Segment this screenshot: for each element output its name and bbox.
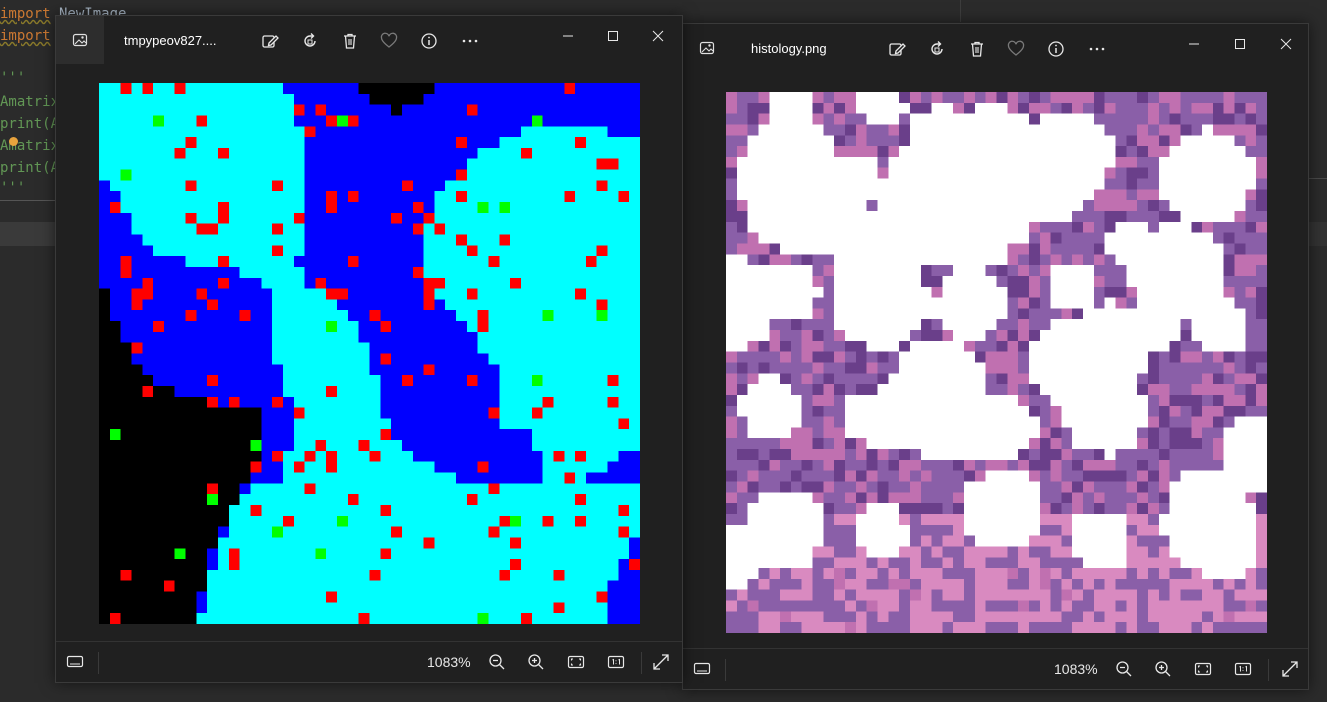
breakpoint-marker[interactable]	[9, 137, 18, 146]
fit-to-window-button[interactable]	[565, 651, 587, 673]
maximize-button[interactable]	[1220, 29, 1260, 59]
status-separator	[98, 652, 99, 674]
window-title: histology.png	[751, 41, 827, 56]
actual-size-button[interactable]	[605, 651, 627, 673]
delete-button[interactable]	[965, 37, 989, 61]
close-button[interactable]	[1266, 29, 1306, 59]
zoom-out-icon	[489, 654, 505, 670]
minimize-button[interactable]	[1174, 29, 1214, 59]
more-icon	[462, 39, 478, 43]
trash-icon	[971, 41, 983, 57]
panel-highlight	[1307, 222, 1327, 246]
code-line-5[interactable]: print(A	[0, 113, 59, 135]
more-options-button[interactable]	[458, 29, 482, 53]
code-line-8[interactable]: '''	[0, 177, 25, 199]
edit-image-icon	[889, 43, 906, 56]
actual-size-button[interactable]	[1232, 658, 1254, 680]
rotate-button[interactable]	[298, 29, 322, 53]
zoom-in-button[interactable]	[525, 651, 547, 673]
minimize-icon	[563, 35, 573, 37]
actual-size-icon	[1234, 662, 1252, 676]
photo-viewer-window-label-map[interactable]: tmpypeov827.... 1083%	[55, 15, 683, 683]
filmstrip-button[interactable]	[691, 658, 713, 680]
expand-icon	[1282, 661, 1298, 677]
title-bar[interactable]: histology.png	[683, 24, 1308, 74]
status-bar: 1083%	[56, 641, 682, 682]
favorite-button[interactable]	[1004, 37, 1028, 61]
more-icon	[1089, 47, 1105, 51]
panel-divider	[1307, 178, 1327, 179]
zoom-out-icon	[1116, 661, 1132, 677]
code-line-7[interactable]: print(A	[0, 157, 59, 179]
edit-image-icon	[262, 35, 279, 48]
filmstrip-icon	[66, 655, 84, 668]
expand-icon	[653, 654, 669, 670]
close-icon	[652, 30, 664, 42]
zoom-level[interactable]: 1083%	[427, 654, 471, 670]
zoom-out-button[interactable]	[486, 651, 508, 673]
status-separator	[725, 659, 726, 681]
photos-app-icon	[683, 24, 731, 72]
code-divider	[0, 200, 55, 201]
photos-app-icon	[56, 16, 104, 64]
zoom-level[interactable]: 1083%	[1054, 661, 1098, 677]
histology-image[interactable]	[726, 92, 1267, 633]
close-icon	[1280, 38, 1292, 50]
code-line-3[interactable]: '''	[0, 67, 25, 89]
maximize-icon	[608, 31, 618, 41]
status-bar: 1083%	[683, 648, 1308, 689]
zoom-in-button[interactable]	[1152, 658, 1174, 680]
actual-size-icon	[607, 655, 625, 669]
fit-to-window-button[interactable]	[1192, 658, 1214, 680]
photo-viewer-window-histology[interactable]: histology.png 1083%	[682, 23, 1309, 690]
code-line-2[interactable]: import	[0, 25, 59, 47]
rotate-icon	[931, 41, 943, 55]
file-info-button[interactable]	[1044, 37, 1068, 61]
code-line-4[interactable]: Amatrix	[0, 91, 59, 113]
info-icon	[1048, 41, 1064, 57]
full-screen-button[interactable]	[1279, 658, 1301, 680]
edit-image-button[interactable]	[258, 29, 282, 53]
status-separator	[1268, 659, 1269, 681]
maximize-button[interactable]	[593, 21, 633, 51]
favorite-button[interactable]	[377, 29, 401, 53]
heart-icon	[380, 32, 398, 48]
zoom-out-button[interactable]	[1113, 658, 1135, 680]
full-screen-button[interactable]	[650, 651, 672, 673]
label-map-image[interactable]	[99, 83, 640, 624]
zoom-in-icon	[1155, 661, 1171, 677]
rotate-icon	[304, 33, 316, 47]
status-separator	[641, 652, 642, 674]
edit-image-button[interactable]	[885, 37, 909, 61]
rotate-button[interactable]	[925, 37, 949, 61]
heart-icon	[1007, 40, 1025, 56]
info-icon	[421, 33, 437, 49]
editor-split-line	[960, 0, 961, 22]
maximize-icon	[1235, 39, 1245, 49]
more-options-button[interactable]	[1085, 37, 1109, 61]
filmstrip-icon	[693, 662, 711, 675]
fit-window-icon	[567, 655, 585, 669]
current-line-highlight	[0, 222, 55, 246]
zoom-in-icon	[528, 654, 544, 670]
file-info-button[interactable]	[417, 29, 441, 53]
minimize-button[interactable]	[548, 21, 588, 51]
filmstrip-button[interactable]	[64, 651, 86, 673]
minimize-icon	[1189, 43, 1199, 45]
window-title: tmpypeov827....	[124, 33, 217, 48]
trash-icon	[344, 33, 356, 49]
close-button[interactable]	[638, 21, 678, 51]
delete-button[interactable]	[338, 29, 362, 53]
fit-window-icon	[1194, 662, 1212, 676]
title-bar[interactable]: tmpypeov827....	[56, 16, 682, 66]
